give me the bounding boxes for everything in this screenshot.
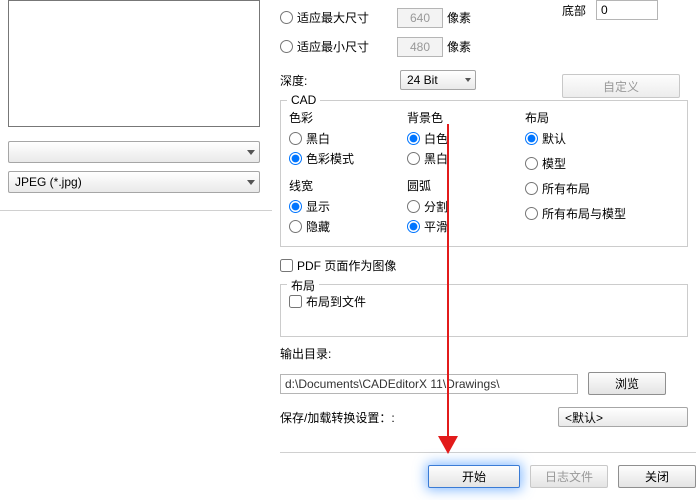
start-button[interactable]: 开始 (428, 465, 520, 488)
arc-title: 圆弧 (407, 177, 525, 194)
radio-label: 默认 (542, 130, 566, 147)
checkbox-label: 布局到文件 (306, 293, 366, 310)
radio-min-size[interactable]: 适应最小尺寸 (280, 38, 369, 55)
radio-label: 模型 (542, 155, 566, 172)
radio-max-label: 适应最大尺寸 (297, 9, 369, 26)
divider (0, 210, 272, 211)
chevron-down-icon (247, 150, 255, 155)
radio-arc-smooth[interactable]: 平滑 (407, 218, 525, 235)
radio-layout-model[interactable]: 模型 (525, 155, 667, 172)
radio-input[interactable] (280, 11, 293, 24)
format-select-value: JPEG (*.jpg) (15, 175, 82, 189)
radio-label: 隐藏 (306, 218, 330, 235)
preview-select[interactable] (8, 141, 260, 163)
radio-layout-all[interactable]: 所有布局 (525, 180, 667, 197)
radio-label: 所有布局 (542, 180, 590, 197)
radio-max-size[interactable]: 适应最大尺寸 (280, 9, 369, 26)
output-dir-label: 输出目录: (280, 345, 700, 362)
cad-fieldset: CAD 色彩 黑白 色彩模式 线宽 显示 隐藏 背景色 白色 黑白 圆弧 分割 … (280, 100, 688, 247)
radio-lw-hide[interactable]: 隐藏 (289, 218, 407, 235)
radio-label: 分割 (424, 198, 448, 215)
radio-input[interactable] (280, 40, 293, 53)
log-file-button: 日志文件 (530, 465, 608, 488)
checkbox-input[interactable] (280, 259, 293, 272)
radio-label: 显示 (306, 198, 330, 215)
depth-select-value: 24 Bit (407, 73, 438, 87)
pdf-as-image-checkbox[interactable]: PDF 页面作为图像 (280, 257, 700, 274)
close-label: 关闭 (645, 468, 669, 485)
min-size-input[interactable] (397, 37, 443, 57)
format-select[interactable]: JPEG (*.jpg) (8, 171, 260, 193)
color-title: 色彩 (289, 109, 407, 126)
unit-label: 像素 (447, 38, 471, 55)
chevron-down-icon (247, 180, 255, 185)
radio-color-mode[interactable]: 色彩模式 (289, 150, 407, 167)
cad-legend: CAD (287, 93, 320, 107)
radio-layout-all-model[interactable]: 所有布局与模型 (525, 205, 667, 222)
start-label: 开始 (462, 468, 486, 485)
radio-label: 黑白 (306, 130, 330, 147)
settings-label: 保存/加载转换设置：: (280, 409, 395, 426)
depth-label: 深度: (280, 72, 400, 89)
radio-bg-black[interactable]: 黑白 (407, 150, 525, 167)
radio-arc-split[interactable]: 分割 (407, 198, 525, 215)
radio-label: 色彩模式 (306, 150, 354, 167)
layout-fieldset: 布局 布局到文件 (280, 284, 688, 337)
checkbox-label: PDF 页面作为图像 (297, 257, 396, 274)
radio-layout-default[interactable]: 默认 (525, 130, 667, 147)
radio-min-label: 适应最小尺寸 (297, 38, 369, 55)
settings-select-value: <默认> (565, 409, 603, 426)
layout-title: 布局 (525, 109, 667, 126)
settings-select[interactable]: <默认> (558, 407, 688, 427)
browse-button[interactable]: 浏览 (588, 372, 666, 395)
radio-bg-white[interactable]: 白色 (407, 130, 525, 147)
log-label: 日志文件 (545, 468, 593, 485)
unit-label: 像素 (447, 9, 471, 26)
layout-legend: 布局 (287, 277, 319, 294)
radio-label: 白色 (424, 130, 448, 147)
layout-to-file-checkbox[interactable]: 布局到文件 (289, 293, 679, 310)
radio-label: 黑白 (424, 150, 448, 167)
depth-select[interactable]: 24 Bit (400, 70, 476, 90)
radio-lw-show[interactable]: 显示 (289, 198, 407, 215)
checkbox-input[interactable] (289, 295, 302, 308)
close-button[interactable]: 关闭 (618, 465, 696, 488)
max-size-input[interactable] (397, 8, 443, 28)
preview-area (8, 0, 260, 127)
linewidth-title: 线宽 (289, 177, 407, 194)
radio-color-bw[interactable]: 黑白 (289, 130, 407, 147)
chevron-down-icon (465, 78, 471, 82)
radio-label: 所有布局与模型 (542, 205, 626, 222)
bgcolor-title: 背景色 (407, 109, 525, 126)
output-dir-input[interactable] (280, 374, 578, 394)
browse-label: 浏览 (615, 375, 639, 392)
radio-label: 平滑 (424, 218, 448, 235)
